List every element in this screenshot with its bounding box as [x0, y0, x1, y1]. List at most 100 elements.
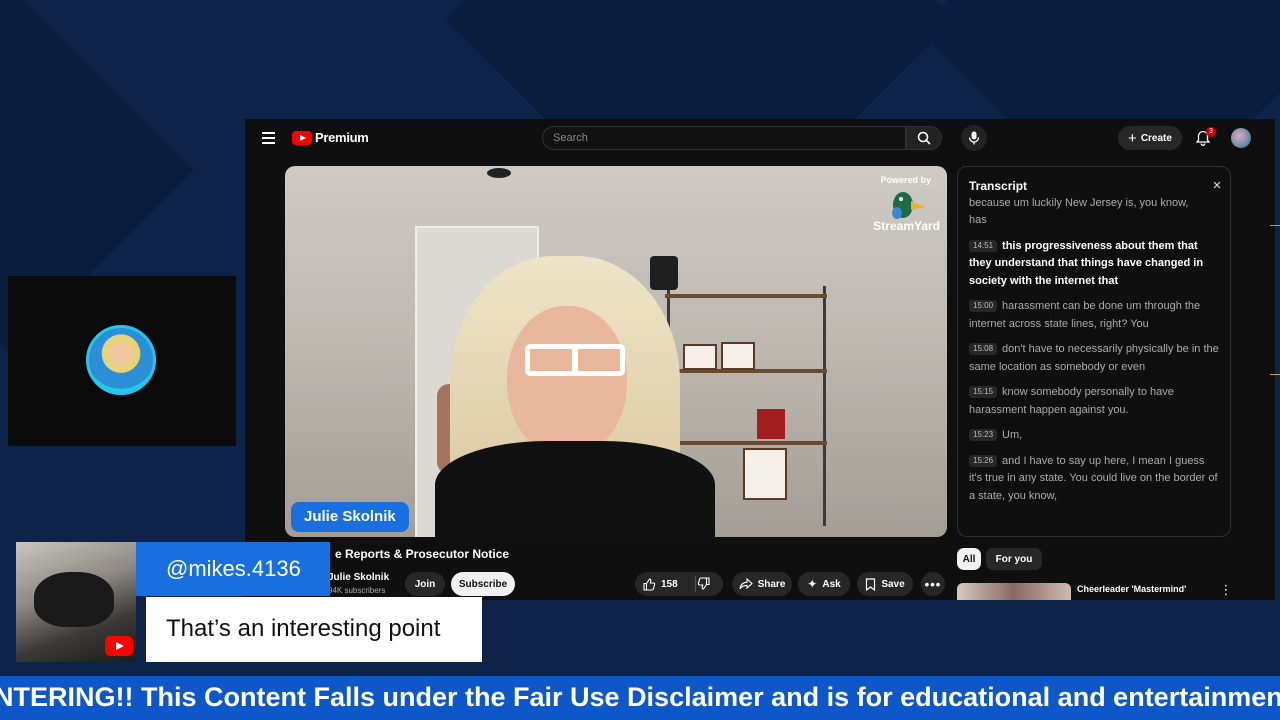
transcript-text: know somebody personally to have harassm… — [969, 386, 1174, 416]
search-placeholder: Search — [553, 132, 588, 144]
comment-text: That’s an interesting point — [166, 615, 441, 642]
subscribe-button[interactable]: Subscribe — [451, 572, 515, 596]
streamyard-brand: StreamYard — [873, 219, 940, 233]
edge-marker — [1270, 374, 1280, 375]
ticker-text: NTERING!! This Content Falls under the F… — [0, 682, 1280, 712]
chip-all[interactable]: All — [957, 548, 981, 570]
news-ticker: NTERING!! This Content Falls under the F… — [0, 676, 1280, 720]
scene-shelf — [665, 441, 827, 445]
transcript-segment[interactable]: 15:08 don't have to necessarily physicall… — [969, 341, 1219, 376]
save-label: Save — [881, 578, 905, 590]
share-label: Share — [757, 578, 786, 590]
like-dislike-group: 158 — [635, 572, 723, 596]
video-player[interactable]: Powered by StreamYard Julie Skolnik — [285, 166, 947, 537]
search-icon — [917, 131, 931, 145]
create-label: Create — [1140, 132, 1172, 144]
transcript-segment-current[interactable]: 14:51 this progressiveness about them tha… — [969, 238, 1219, 291]
scene-light — [487, 168, 511, 178]
ask-button[interactable]: ✦ Ask — [798, 572, 850, 596]
transcript-text: and I have to say up here, I mean I gues… — [969, 454, 1218, 502]
save-button[interactable]: Save — [857, 572, 913, 596]
search-input[interactable]: Search — [542, 126, 906, 150]
scene-shelf — [665, 294, 827, 298]
transcript-segment[interactable]: 15:15 know somebody personally to have ha… — [969, 384, 1219, 419]
divider — [695, 576, 696, 592]
transcript-timestamp: 15:23 — [969, 429, 998, 441]
powered-by-label: Powered by — [880, 175, 931, 185]
edge-marker — [1270, 225, 1280, 226]
transcript-timestamp: 15:00 — [969, 300, 998, 312]
thumbs-up-icon — [643, 577, 656, 591]
plus-icon: + — [1128, 129, 1137, 147]
notification-badge: 3 — [1206, 127, 1216, 137]
speaker-body — [435, 441, 715, 537]
speaker-glasses — [525, 344, 625, 376]
share-button[interactable]: Share — [732, 572, 792, 596]
transcript-segment[interactable]: has — [969, 212, 1219, 230]
search-button[interactable] — [906, 126, 942, 150]
more-horizontal-icon: ••• — [924, 576, 942, 592]
bookmark-icon — [866, 577, 876, 591]
transcript-segment[interactable]: 15:00 harassment can be done um through t… — [969, 298, 1219, 333]
recommended-title[interactable]: Cheerleader 'Mastermind' — [1077, 584, 1217, 594]
more-vertical-icon[interactable]: ⋮ — [1220, 582, 1233, 598]
user-avatar[interactable] — [1231, 128, 1251, 148]
youtube-window: Premium Search + Create 3 Powered by Str… — [245, 119, 1275, 600]
transcript-segment[interactable]: 15:23 Um, — [969, 427, 1219, 445]
speaker-name-tag: Julie Skolnik — [291, 502, 409, 532]
sparkle-icon: ✦ — [807, 577, 818, 591]
chip-label: All — [962, 553, 976, 565]
scene-picture — [743, 448, 787, 500]
transcript-list: because um luckily New Jersey is, you kn… — [969, 197, 1219, 513]
chip-for-you[interactable]: For you — [986, 548, 1042, 570]
youtube-play-icon — [292, 130, 312, 145]
subscriber-count: 94K subscribers — [328, 586, 386, 595]
transcript-segment[interactable]: because um luckily New Jersey is, you kn… — [969, 195, 1219, 212]
join-label: Join — [414, 578, 436, 590]
recommended-thumbnail[interactable] — [957, 583, 1071, 600]
thumbs-down-icon — [697, 577, 710, 590]
comment-username: @mikes.4136 — [166, 556, 301, 581]
transcript-text: has — [969, 214, 987, 226]
ask-label: Ask — [822, 578, 841, 590]
transcript-segment[interactable]: 15:26 and I have to say up here, I mean I… — [969, 453, 1219, 506]
voice-search-button[interactable] — [961, 125, 987, 151]
transcript-text: harassment can be done um through the in… — [969, 300, 1201, 330]
microphone-icon — [968, 131, 980, 145]
transcript-timestamp: 15:26 — [969, 454, 998, 467]
join-button[interactable]: Join — [405, 572, 445, 596]
chip-label: For you — [995, 553, 1033, 565]
panther-figure — [34, 572, 114, 627]
more-options-button[interactable]: ••• — [921, 572, 945, 596]
scene-speaker — [650, 256, 678, 290]
transcript-text: Um, — [1002, 429, 1023, 441]
transcript-text: because um luckily New Jersey is, you kn… — [969, 197, 1189, 209]
comment-text-box: That’s an interesting point — [146, 597, 482, 662]
transcript-panel: Transcript × because um luckily New Jers… — [957, 166, 1231, 537]
transcript-timestamp: 15:15 — [969, 386, 998, 398]
menu-icon[interactable] — [259, 129, 277, 147]
close-icon[interactable]: × — [1210, 178, 1224, 193]
scene-shelf — [823, 286, 826, 526]
share-icon — [739, 578, 753, 590]
transcript-text: this progressiveness about them that the… — [969, 239, 1204, 287]
like-count: 158 — [661, 578, 678, 590]
logo-text: Premium — [315, 130, 369, 145]
channel-name[interactable]: Julie Skolnik — [328, 572, 389, 583]
subscribe-label: Subscribe — [458, 578, 508, 590]
create-button[interactable]: + Create — [1118, 126, 1182, 150]
scene-picture — [683, 344, 717, 370]
youtube-logo[interactable]: Premium — [292, 130, 369, 145]
comment-username-bar: @mikes.4136 — [136, 542, 330, 596]
video-title: e Reports & Prosecutor Notice — [335, 547, 510, 561]
transcript-title: Transcript — [969, 179, 1028, 193]
transcript-timestamp: 15:08 — [969, 343, 998, 355]
speaker-face — [507, 306, 627, 456]
scene-picture — [721, 342, 755, 370]
transcript-timestamp: 14:51 — [969, 239, 998, 252]
like-button[interactable]: 158 — [643, 577, 678, 591]
transcript-text: don't have to necessarily physically be … — [969, 343, 1219, 373]
scene-box — [757, 409, 785, 439]
host-avatar — [86, 325, 156, 395]
dislike-button[interactable] — [697, 577, 710, 593]
